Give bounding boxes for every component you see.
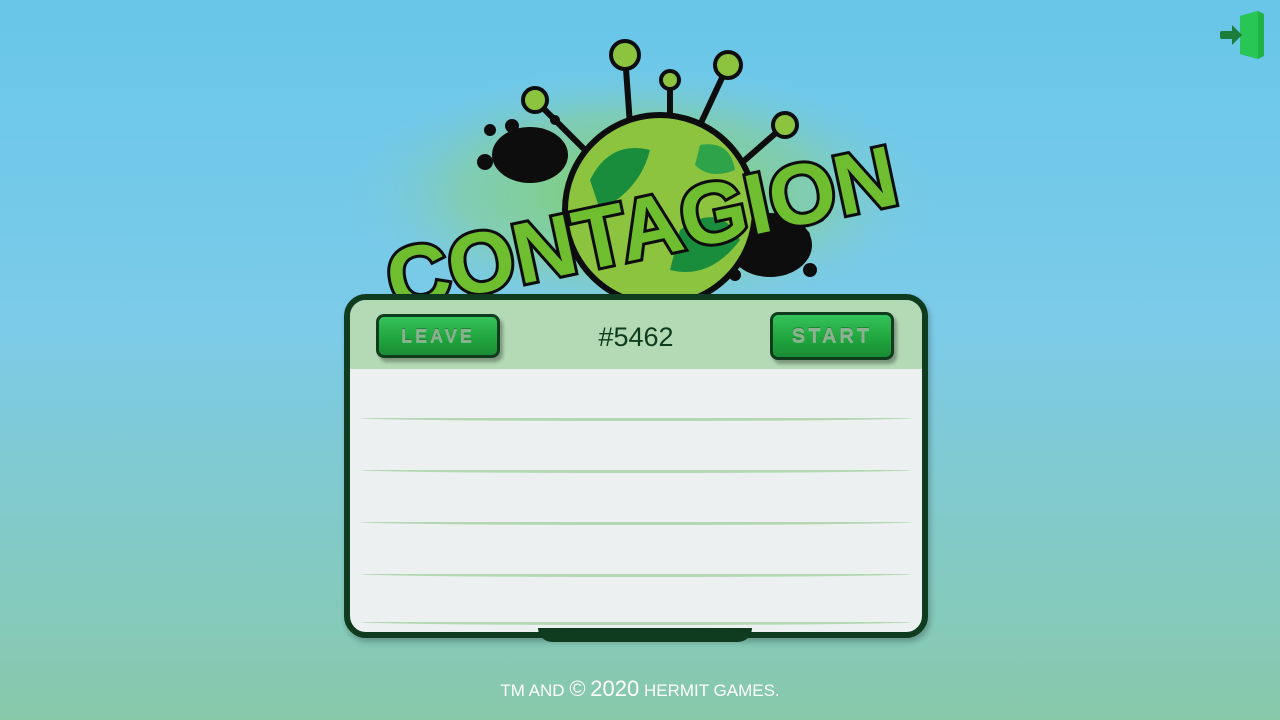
exit-door-icon [1220, 11, 1264, 59]
player-slot [360, 421, 912, 473]
player-slot [360, 573, 912, 625]
copyright-footer: TM AND © 2020 HERMIT GAMES. [0, 676, 1280, 702]
panel-tab [538, 628, 752, 642]
player-slot [360, 369, 912, 421]
start-button-label: START [791, 324, 873, 347]
lobby-header: LEAVE #5462 START [350, 300, 922, 369]
player-slot [360, 525, 912, 577]
player-slot [360, 473, 912, 525]
lobby-panel: LEAVE #5462 START [344, 294, 928, 638]
copyright-company: HERMIT GAMES. [643, 681, 780, 700]
copyright-symbol: © [569, 676, 586, 701]
copyright-year: 2020 [590, 676, 640, 701]
player-list [360, 369, 912, 629]
contagion-logo: CONTAGION [340, 39, 940, 310]
exit-button[interactable] [1218, 10, 1268, 60]
copyright-prefix: TM AND [500, 681, 565, 700]
start-button[interactable]: START [770, 312, 894, 360]
